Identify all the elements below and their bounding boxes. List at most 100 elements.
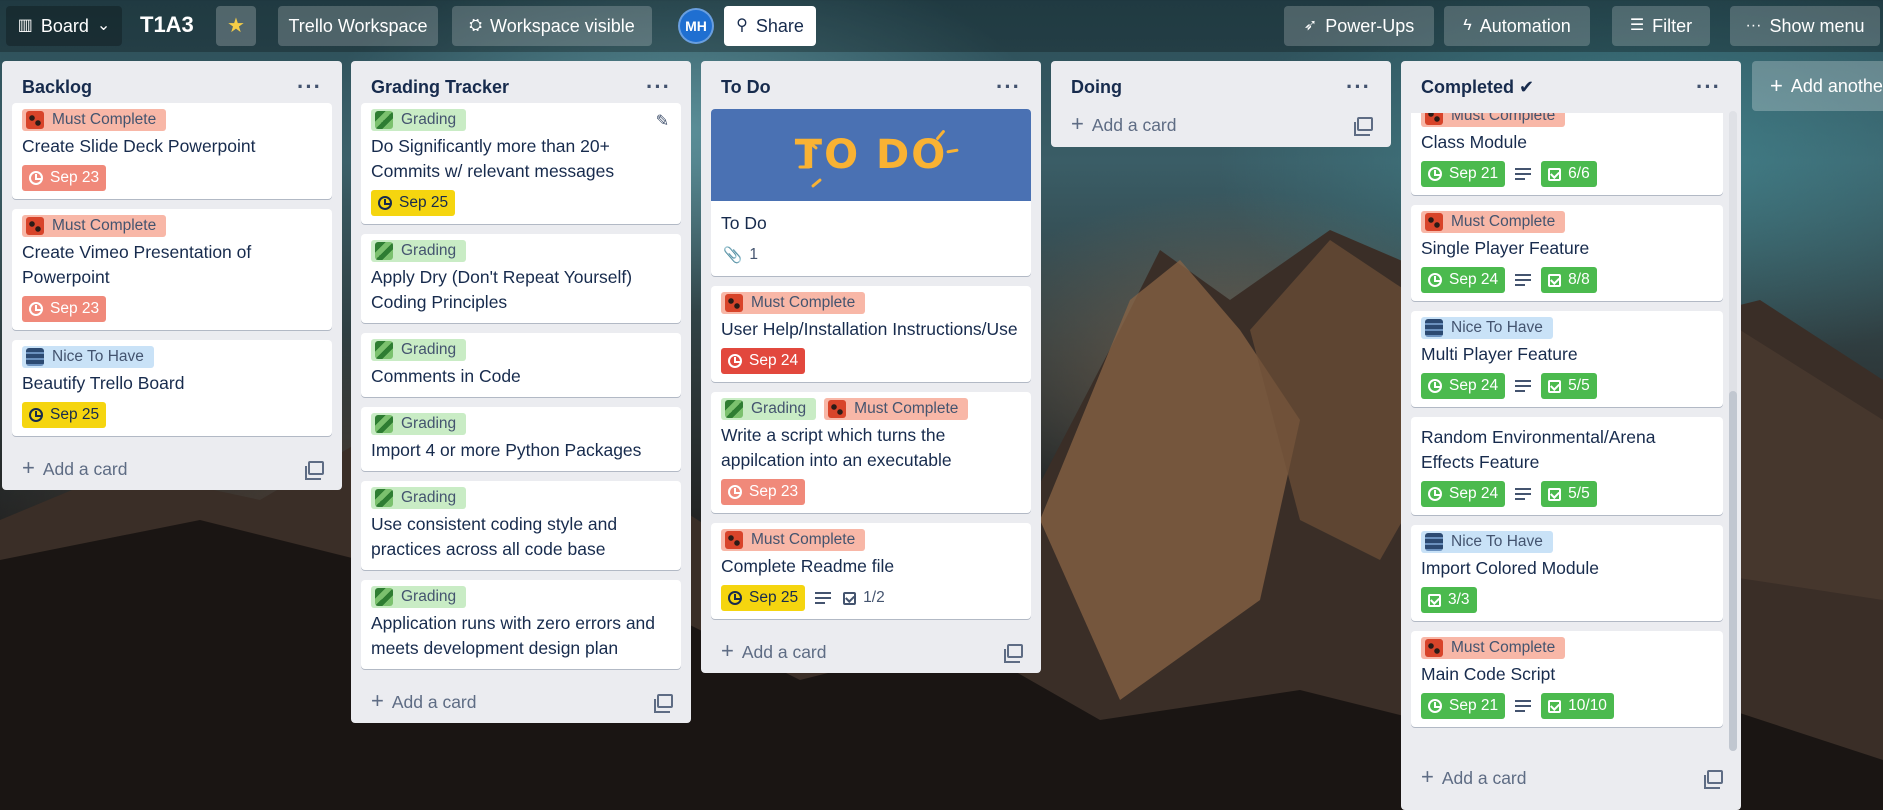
card[interactable]: Must Complete User Help/Installation Ins… — [711, 286, 1031, 382]
clock-icon — [29, 408, 43, 422]
list-menu-icon[interactable]: ··· — [297, 74, 322, 100]
card[interactable]: Must Complete Single Player Feature Sep … — [1411, 205, 1723, 301]
powerups-label: Power-Ups — [1325, 15, 1415, 36]
pencil-icon[interactable]: ✎ — [656, 111, 669, 131]
template-icon[interactable] — [654, 694, 673, 713]
add-card-button[interactable]: + Add a card — [351, 679, 691, 723]
list-title[interactable]: Doing — [1071, 77, 1122, 98]
due-date-badge[interactable]: Sep 25 — [721, 585, 806, 611]
description-icon — [1515, 168, 1532, 180]
card[interactable]: Nice To Have Import Colored Module 3/3 — [1411, 525, 1723, 621]
cover-text: TO DO — [794, 132, 948, 178]
label-nice-to-have: Nice To Have — [22, 346, 154, 368]
list-menu-icon[interactable]: ··· — [1696, 74, 1721, 100]
board-view-switcher[interactable]: ▥ Board ⌄ — [6, 6, 122, 46]
due-date-badge[interactable]: Sep 23 — [721, 479, 806, 505]
card-title: Do Significantly more than 20+ Commits w… — [371, 136, 615, 181]
card[interactable]: Random Environmental/Arena Effects Featu… — [1411, 417, 1723, 515]
checklist-icon — [1428, 593, 1441, 607]
card[interactable]: Grading Must Complete Write a script whi… — [711, 392, 1031, 513]
list-title[interactable]: Completed ✔ — [1421, 77, 1534, 98]
checklist-icon — [1548, 379, 1562, 393]
card-title: To Do — [721, 213, 767, 233]
template-icon[interactable] — [1004, 644, 1023, 663]
card[interactable]: Grading Apply Dry (Don't Repeat Yourself… — [361, 234, 681, 323]
board-header: ▥ Board ⌄ T1A3 ★ Trello Workspace ⛭ Work… — [0, 0, 1883, 52]
add-list-button[interactable]: + Add another list — [1752, 61, 1883, 111]
avatar[interactable]: MH — [678, 8, 714, 44]
due-date-badge[interactable]: Sep 24 — [1421, 267, 1506, 293]
template-icon[interactable] — [305, 461, 324, 480]
show-menu-button[interactable]: ··· Show menu — [1730, 6, 1880, 46]
clock-icon — [1428, 699, 1442, 713]
powerups-button[interactable]: ➶ Power-Ups — [1284, 6, 1434, 46]
card[interactable]: Grading Import 4 or more Python Packages — [361, 407, 681, 471]
clock-icon — [728, 591, 742, 605]
card[interactable]: Must Complete Class Module Sep 21 6/6 — [1411, 113, 1723, 195]
board-title[interactable]: T1A3 — [140, 12, 194, 38]
template-icon[interactable] — [1354, 117, 1373, 136]
list-title[interactable]: Backlog — [22, 77, 92, 98]
due-date-badge[interactable]: Sep 21 — [1421, 161, 1506, 187]
due-date-badge[interactable]: Sep 25 — [371, 190, 456, 216]
label-nice-to-have: Nice To Have — [1421, 531, 1553, 553]
label-must-complete: Must Complete — [721, 292, 866, 314]
card-title: Comments in Code — [371, 366, 521, 386]
label-grading: Grading — [371, 109, 467, 131]
label-grading: Grading — [371, 487, 467, 509]
card[interactable]: Nice To Have Multi Player Feature Sep 24… — [1411, 311, 1723, 407]
card-title: Create Vimeo Presentation of Powerpoint — [22, 242, 252, 287]
card[interactable]: Grading Application runs with zero error… — [361, 580, 681, 669]
card[interactable]: Must Complete Complete Readme file Sep 2… — [711, 523, 1031, 619]
clock-icon — [728, 354, 742, 368]
people-icon: ⛭ — [469, 17, 483, 34]
card[interactable]: TO DO To Do 📎 1 — [711, 109, 1031, 276]
card[interactable]: Must Complete Create Vimeo Presentation … — [12, 209, 332, 330]
card[interactable]: Nice To Have Beautify Trello Board Sep 2… — [12, 340, 332, 436]
card[interactable]: Must Complete Main Code Script Sep 21 10… — [1411, 631, 1723, 727]
due-date-badge[interactable]: Sep 23 — [22, 165, 107, 191]
label-must-complete: Must Complete — [22, 109, 167, 131]
clock-icon — [728, 485, 742, 499]
add-card-button[interactable]: + Add a card — [1401, 755, 1741, 799]
due-date-badge[interactable]: Sep 23 — [22, 296, 107, 322]
card[interactable]: ✎ Grading Do Significantly more than 20+… — [361, 103, 681, 224]
due-date-badge[interactable]: Sep 24 — [1421, 481, 1506, 507]
share-button[interactable]: ⚲ Share — [724, 6, 816, 46]
label-must-complete: Must Complete — [22, 215, 167, 237]
plus-icon: + — [1421, 764, 1434, 789]
card[interactable]: Grading Use consistent coding style and … — [361, 481, 681, 570]
list-menu-icon[interactable]: ··· — [1346, 74, 1371, 100]
list-title[interactable]: Grading Tracker — [371, 77, 509, 98]
star-button[interactable]: ★ — [216, 6, 256, 46]
list-title[interactable]: To Do — [721, 77, 771, 98]
template-icon[interactable] — [1704, 770, 1723, 789]
add-card-button[interactable]: + Add a card — [1051, 101, 1391, 147]
workspace-button[interactable]: Trello Workspace — [278, 6, 438, 46]
show-menu-label: Show menu — [1769, 15, 1865, 36]
rocket-icon: ➶ — [1303, 17, 1318, 34]
due-date-badge[interactable]: Sep 21 — [1421, 693, 1506, 719]
due-date-badge[interactable]: Sep 24 — [1421, 373, 1506, 399]
label-grading: Grading — [371, 339, 467, 361]
automation-button[interactable]: ϟ Automation — [1444, 6, 1590, 46]
add-card-button[interactable]: + Add a card — [2, 446, 342, 490]
list-menu-icon[interactable]: ··· — [996, 74, 1021, 100]
add-card-button[interactable]: + Add a card — [701, 629, 1041, 673]
filter-icon: ☰ — [1629, 17, 1645, 34]
list-grading-tracker: Grading Tracker ··· ✎ Grading Do Signifi… — [351, 61, 691, 723]
checklist-badge: 3/3 — [1421, 587, 1477, 613]
due-date-badge[interactable]: Sep 24 — [721, 348, 806, 374]
card-title: Single Player Feature — [1421, 238, 1590, 258]
due-date-badge[interactable]: Sep 25 — [22, 402, 107, 428]
list-header: Completed ✔ ··· — [1401, 61, 1741, 113]
list-menu-icon[interactable]: ··· — [646, 74, 671, 100]
card[interactable]: Must Complete Create Slide Deck Powerpoi… — [12, 103, 332, 199]
card-cover-image: TO DO — [711, 109, 1031, 201]
scrollbar-thumb[interactable] — [1729, 391, 1737, 751]
label-grading: Grading — [371, 413, 467, 435]
filter-button[interactable]: ☰ Filter — [1612, 6, 1710, 46]
plus-icon: + — [371, 688, 384, 713]
visibility-button[interactable]: ⛭ Workspace visible — [452, 6, 652, 46]
card[interactable]: Grading Comments in Code — [361, 333, 681, 397]
